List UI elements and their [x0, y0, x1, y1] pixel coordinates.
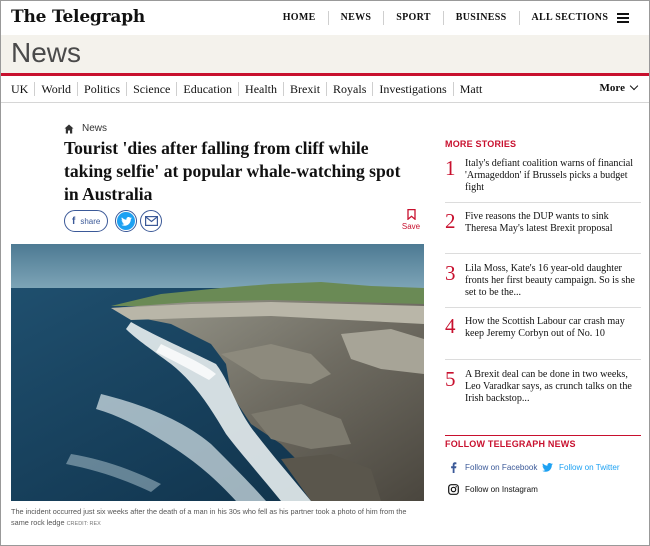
nav-business[interactable]: BUSINESS [442, 11, 519, 25]
divider [445, 253, 641, 254]
breadcrumb: News [64, 123, 107, 134]
story-item-1[interactable]: 1 Italy's defiant coalition warns of fin… [445, 158, 641, 194]
nav-news[interactable]: NEWS [327, 11, 384, 25]
photo-caption: The incident occurred just six weeks aft… [11, 506, 424, 530]
divider [445, 359, 641, 360]
top-nav: HOME NEWS SPORT BUSINESS ALL SECTIONS [271, 1, 641, 35]
home-icon[interactable] [64, 124, 74, 134]
story-item-5[interactable]: 5 A Brexit deal can be done in two weeks… [445, 369, 641, 405]
story-link[interactable]: Lila Moss, Kate's 16 year-old daughter f… [465, 263, 641, 299]
twitter-share-button[interactable] [115, 210, 138, 232]
subnav-politics[interactable]: Politics [77, 82, 126, 96]
story-item-2[interactable]: 2 Five reasons the DUP wants to sink The… [445, 211, 641, 235]
browser-frame: The Telegraph HOME NEWS SPORT BUSINESS A… [0, 0, 650, 546]
chevron-down-icon [629, 81, 639, 91]
subnav-matt[interactable]: Matt [452, 82, 489, 96]
twitter-icon [541, 461, 553, 473]
breadcrumb-news[interactable]: News [82, 123, 107, 134]
story-number: 5 [445, 367, 456, 391]
section-header: News [1, 35, 649, 73]
top-bar: The Telegraph HOME NEWS SPORT BUSINESS A… [1, 1, 649, 35]
story-link[interactable]: Italy's defiant coalition warns of finan… [465, 158, 641, 194]
follow-title: FOLLOW TELEGRAPH NEWS [445, 439, 576, 449]
story-item-4[interactable]: 4 How the Scottish Labour car crash may … [445, 316, 641, 340]
more-menu[interactable]: More [599, 81, 639, 94]
subnav-health[interactable]: Health [238, 82, 283, 96]
story-number: 1 [445, 156, 456, 180]
facebook-icon: f [72, 215, 76, 227]
follow-instagram[interactable]: Follow on Instagram [447, 483, 538, 495]
nav-home[interactable]: HOME [271, 11, 328, 25]
save-button[interactable]: Save [401, 208, 421, 231]
share-label: share [80, 216, 101, 226]
all-sections-label: ALL SECTIONS [531, 12, 609, 23]
story-number: 4 [445, 314, 456, 338]
nav-sport[interactable]: SPORT [383, 11, 443, 25]
more-stories-title: MORE STORIES [445, 139, 517, 149]
story-item-3[interactable]: 3 Lila Moss, Kate's 16 year-old daughter… [445, 263, 641, 299]
follow-instagram-label: Follow on Instagram [465, 484, 538, 494]
story-link[interactable]: How the Scottish Labour car crash may ke… [465, 316, 641, 340]
follow-facebook[interactable]: Follow on Facebook [447, 461, 537, 473]
subnav-science[interactable]: Science [126, 82, 176, 96]
subnav-investigations[interactable]: Investigations [372, 82, 452, 96]
more-label: More [599, 82, 625, 94]
telegraph-logo[interactable]: The Telegraph [11, 7, 145, 27]
article-headline: Tourist 'dies after falling from cliff w… [64, 138, 401, 204]
story-number: 3 [445, 261, 456, 285]
article-photo[interactable] [11, 244, 424, 501]
photo-credit: CREDIT: REX [66, 521, 101, 527]
subnav-brexit[interactable]: Brexit [283, 82, 326, 96]
follow-twitter-label: Follow on Twitter [559, 462, 620, 472]
story-link[interactable]: A Brexit deal can be done in two weeks, … [465, 369, 641, 405]
hamburger-icon[interactable] [617, 12, 629, 23]
email-share-button[interactable] [140, 210, 163, 232]
nav-all-sections[interactable]: ALL SECTIONS [518, 11, 642, 25]
sub-nav: UK World Politics Science Education Heal… [1, 76, 649, 103]
subnav-world[interactable]: World [34, 82, 77, 96]
follow-divider [445, 435, 641, 436]
divider [445, 307, 641, 308]
twitter-icon [117, 212, 136, 230]
subnav-royals[interactable]: Royals [326, 82, 372, 96]
share-bar: f share [64, 210, 163, 232]
email-icon [144, 216, 158, 226]
subnav-uk[interactable]: UK [1, 82, 34, 96]
section-title[interactable]: News [11, 37, 81, 69]
follow-twitter[interactable]: Follow on Twitter [541, 461, 620, 473]
story-link[interactable]: Five reasons the DUP wants to sink There… [465, 211, 641, 235]
follow-facebook-label: Follow on Facebook [465, 462, 538, 472]
facebook-share-button[interactable]: f share [64, 210, 109, 232]
divider [445, 202, 641, 203]
save-label: Save [401, 222, 421, 231]
story-number: 2 [445, 209, 456, 233]
subnav-education[interactable]: Education [176, 82, 238, 96]
facebook-icon [447, 461, 459, 473]
instagram-icon [447, 483, 459, 495]
bookmark-icon [406, 208, 416, 221]
